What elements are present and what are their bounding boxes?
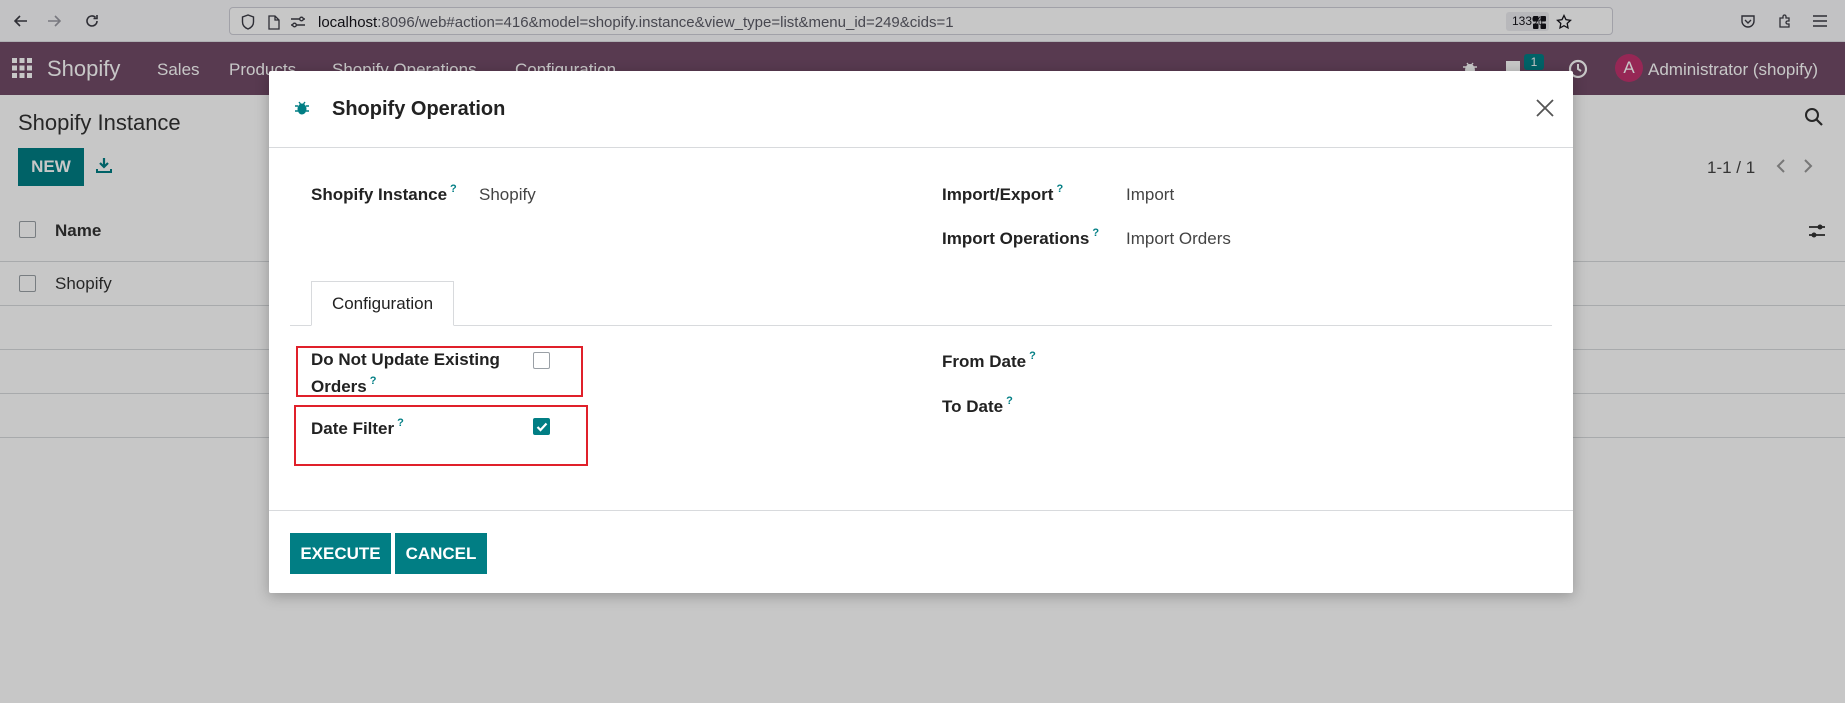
from-date-label: From Date? <box>942 350 1036 371</box>
modal-header: Shopify Operation <box>269 71 1573 148</box>
shopify-operation-dialog: Shopify Operation Shopify Instance? Shop… <box>269 71 1573 593</box>
tab-bar <box>290 325 1552 326</box>
help-tooltip-icon[interactable]: ? <box>1006 395 1013 407</box>
annotation-box <box>296 346 583 397</box>
to-date-label: To Date? <box>942 395 1013 416</box>
import-export-label: Import/Export? <box>942 183 1064 204</box>
import-export-value[interactable]: Import <box>1126 185 1174 205</box>
help-tooltip-icon[interactable]: ? <box>1092 227 1099 239</box>
help-tooltip-icon[interactable]: ? <box>450 183 457 195</box>
modal-footer-divider <box>269 510 1573 511</box>
shopify-instance-value[interactable]: Shopify <box>479 185 536 205</box>
import-operations-label: Import Operations? <box>942 227 1100 248</box>
help-tooltip-icon[interactable]: ? <box>1056 183 1063 195</box>
help-tooltip-icon[interactable]: ? <box>1029 350 1036 362</box>
shopify-instance-label: Shopify Instance? <box>311 183 457 204</box>
bug-icon <box>294 99 310 122</box>
modal-title: Shopify Operation <box>332 98 506 120</box>
annotation-box <box>294 405 588 466</box>
close-icon[interactable] <box>1532 95 1558 121</box>
import-operations-value[interactable]: Import Orders <box>1126 229 1231 249</box>
cancel-button[interactable]: CANCEL <box>395 533 487 574</box>
execute-button[interactable]: EXECUTE <box>290 533 391 574</box>
tab-configuration[interactable]: Configuration <box>311 281 454 326</box>
